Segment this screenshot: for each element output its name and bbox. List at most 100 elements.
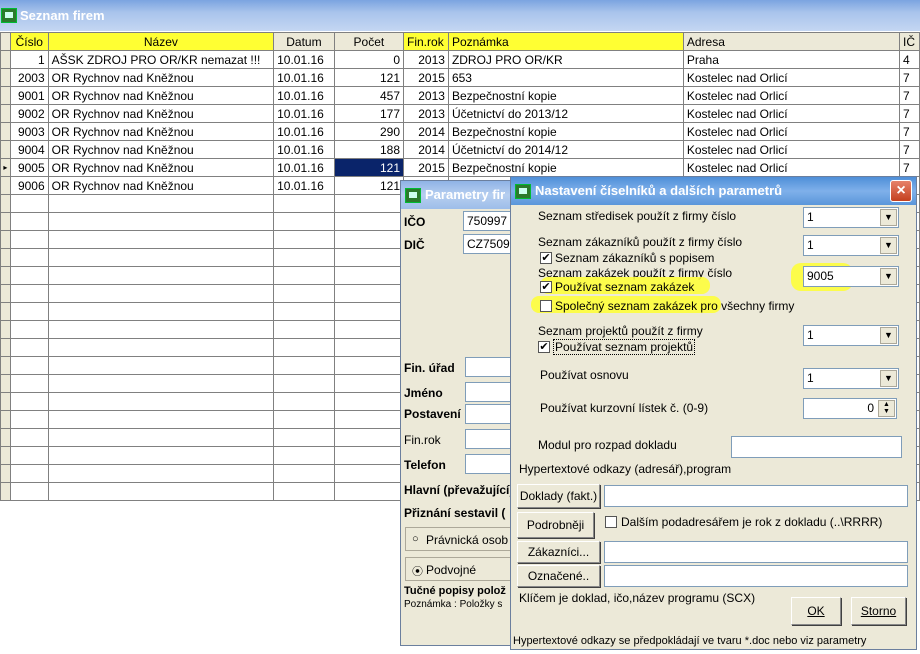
cell-pocet[interactable]: 121 <box>333 176 405 195</box>
cell-datum[interactable]: 10.01.16 <box>273 158 335 177</box>
cell-ic[interactable]: 7 <box>899 104 920 123</box>
col-header-pocet[interactable]: Počet <box>333 32 405 51</box>
cell-cislo[interactable]: 9001 <box>9 86 49 105</box>
row-indicator[interactable] <box>0 266 11 285</box>
cell-cislo[interactable] <box>9 194 49 213</box>
podvojne-radio[interactable]: ⦿ <box>412 563 423 579</box>
col-header-adresa[interactable]: Adresa <box>682 32 901 51</box>
row-indicator[interactable] <box>0 212 11 231</box>
cell-pocet[interactable] <box>333 464 405 483</box>
cell-finrok[interactable]: 2013 <box>403 50 449 69</box>
row-indicator[interactable] <box>0 176 11 195</box>
cell-datum[interactable]: 10.01.16 <box>273 86 335 105</box>
cell-cislo[interactable]: 1 <box>9 50 49 69</box>
zakaznici-select[interactable]: 1 ▼ <box>803 235 899 256</box>
cell-cislo[interactable] <box>9 230 49 249</box>
chevron-down-icon[interactable]: ▼ <box>880 370 897 387</box>
cell-datum[interactable] <box>273 266 335 285</box>
cell-finrok[interactable]: 2014 <box>403 140 449 159</box>
table-row[interactable]: 9002 OR Rychnov nad Kněžnou 10.01.16 177 201… <box>0 104 920 123</box>
oznacene-field[interactable] <box>604 565 908 587</box>
cell-pocet[interactable] <box>333 194 405 213</box>
cell-adresa[interactable]: Kostelec nad Orlicí <box>682 86 901 105</box>
cell-cislo[interactable]: 9006 <box>9 176 49 195</box>
table-row[interactable]: 9001 OR Rychnov nad Kněžnou 10.01.16 457 201… <box>0 86 920 105</box>
cell-pocet[interactable] <box>333 284 405 303</box>
cell-nazev[interactable] <box>47 320 275 339</box>
osnova-select[interactable]: 1 ▼ <box>803 368 899 389</box>
cell-ic[interactable]: 7 <box>899 86 920 105</box>
cell-ic[interactable]: 7 <box>899 140 920 159</box>
cell-adresa[interactable]: Kostelec nad Orlicí <box>682 104 901 123</box>
cell-cislo[interactable] <box>9 302 49 321</box>
cell-poznamka[interactable]: Účetnictví do 2014/12 <box>447 140 684 159</box>
cell-cislo[interactable] <box>9 320 49 339</box>
finrok-field[interactable] <box>465 429 513 449</box>
cell-datum[interactable] <box>273 302 335 321</box>
cell-nazev[interactable] <box>47 410 275 429</box>
chevron-down-icon[interactable]: ▼ <box>880 209 897 226</box>
row-indicator[interactable] <box>0 446 11 465</box>
cell-datum[interactable] <box>273 392 335 411</box>
postaveni-field[interactable] <box>465 404 513 424</box>
kurz-spinner[interactable]: 0 ▲ ▼ <box>803 398 897 419</box>
cell-nazev[interactable] <box>47 428 275 447</box>
row-indicator[interactable]: ▸ <box>0 158 11 177</box>
cell-finrok[interactable]: 2013 <box>403 86 449 105</box>
zakazky-select[interactable]: 9005 ▼ <box>803 266 899 287</box>
cell-cislo[interactable]: 9002 <box>9 104 49 123</box>
table-row[interactable]: 2003 OR Rychnov nad Kněžnou 10.01.16 121 201… <box>0 68 920 87</box>
cell-poznamka[interactable]: 653 <box>447 68 684 87</box>
zakaznici-button[interactable]: Zákazníci... <box>517 541 600 563</box>
cell-datum[interactable]: 10.01.16 <box>273 104 335 123</box>
cell-datum[interactable] <box>273 464 335 483</box>
cell-datum[interactable]: 10.01.16 <box>273 176 335 195</box>
cell-nazev[interactable] <box>47 464 275 483</box>
cell-datum[interactable] <box>273 482 335 501</box>
cell-pocet[interactable] <box>333 302 405 321</box>
zakaznici-field[interactable] <box>604 541 908 563</box>
cell-cislo[interactable] <box>9 446 49 465</box>
row-indicator[interactable] <box>0 320 11 339</box>
cell-pocet[interactable]: 457 <box>333 86 405 105</box>
cell-cislo[interactable] <box>9 374 49 393</box>
cell-nazev[interactable] <box>47 338 275 357</box>
pravnicka-radio[interactable]: ○ <box>412 533 419 545</box>
cell-cislo[interactable]: 2003 <box>9 68 49 87</box>
cell-nazev[interactable] <box>47 302 275 321</box>
cell-nazev[interactable]: OR Rychnov nad Kněžnou <box>47 140 275 159</box>
cell-pocet[interactable] <box>333 374 405 393</box>
cell-ic[interactable]: 4 <box>899 50 920 69</box>
podrobneji-button[interactable]: Podrobněji <box>517 512 594 538</box>
cell-datum[interactable] <box>273 320 335 339</box>
row-indicator[interactable] <box>0 68 11 87</box>
cell-datum[interactable] <box>273 230 335 249</box>
ok-button[interactable]: OK <box>791 597 841 625</box>
cell-nazev[interactable] <box>47 482 275 501</box>
row-indicator[interactable] <box>0 392 11 411</box>
cell-pocet[interactable] <box>333 410 405 429</box>
col-header-cislo[interactable]: Číslo <box>9 32 49 51</box>
cell-datum[interactable] <box>273 248 335 267</box>
cell-adresa[interactable]: Kostelec nad Orlicí <box>682 158 901 177</box>
cell-nazev[interactable] <box>47 230 275 249</box>
cell-finrok[interactable]: 2015 <box>403 68 449 87</box>
table-row[interactable]: ▸ 9005 OR Rychnov nad Kněžnou 10.01.16 121 20… <box>0 158 920 177</box>
cell-pocet[interactable]: 0 <box>333 50 405 69</box>
cell-pocet[interactable] <box>333 338 405 357</box>
table-row[interactable]: 9003 OR Rychnov nad Kněžnou 10.01.16 290 201… <box>0 122 920 141</box>
cell-cislo[interactable] <box>9 356 49 375</box>
row-indicator[interactable] <box>0 230 11 249</box>
cell-nazev[interactable]: OR Rychnov nad Kněžnou <box>47 122 275 141</box>
jmeno-field[interactable] <box>465 382 513 402</box>
cell-poznamka[interactable]: Bezpečnostní kopie <box>447 86 684 105</box>
cell-nazev[interactable] <box>47 212 275 231</box>
col-header-nazev[interactable]: Název <box>47 32 275 51</box>
cell-cislo[interactable] <box>9 284 49 303</box>
cell-datum[interactable] <box>273 284 335 303</box>
cell-adresa[interactable]: Kostelec nad Orlicí <box>682 68 901 87</box>
cell-nazev[interactable]: OR Rychnov nad Kněžnou <box>47 176 275 195</box>
cell-pocet[interactable] <box>333 248 405 267</box>
cell-pocet[interactable] <box>333 230 405 249</box>
cell-cislo[interactable] <box>9 338 49 357</box>
